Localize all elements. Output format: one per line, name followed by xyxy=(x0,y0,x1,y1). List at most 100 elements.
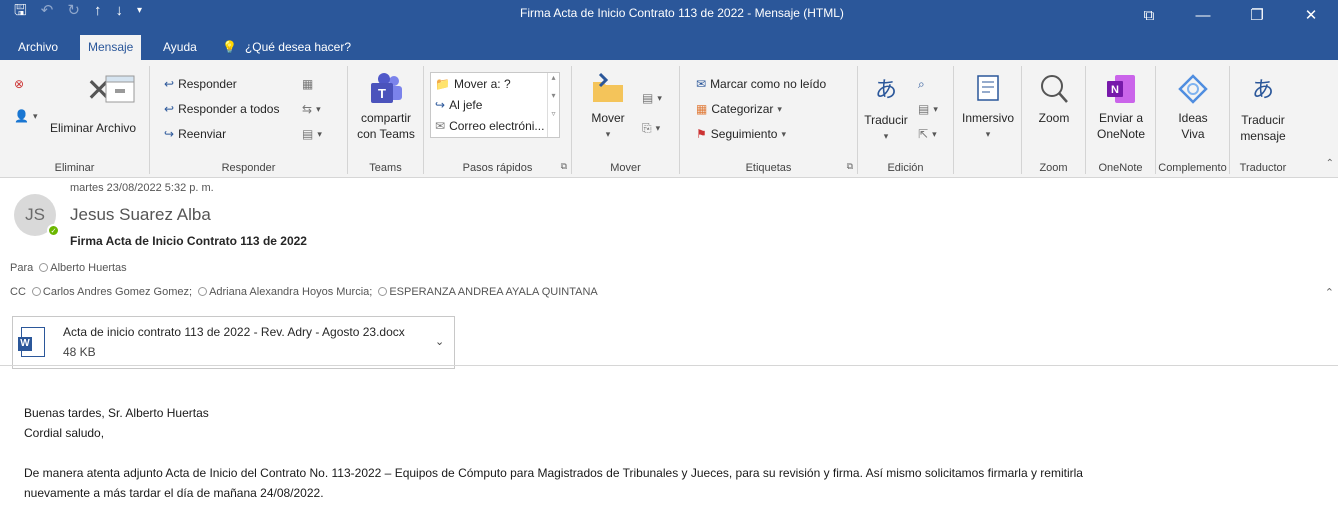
header-divider xyxy=(0,365,1338,366)
close-icon[interactable]: ✕ xyxy=(1284,0,1338,30)
group-inmersivo: Inmersivo ▾ xyxy=(954,66,1022,174)
find-icon[interactable]: ⌕ xyxy=(918,74,925,94)
to-line: Para Alberto Huertas xyxy=(10,262,127,274)
minimize-icon[interactable]: — xyxy=(1176,0,1230,30)
im-reply-icon[interactable]: ⇆ ▾ xyxy=(302,99,321,119)
onenote-icon: N xyxy=(1107,75,1135,103)
presence-available-icon: ✓ xyxy=(47,224,60,237)
select-icon[interactable]: ⇱ ▾ xyxy=(918,124,937,144)
tab-mensaje[interactable]: Mensaje xyxy=(80,35,142,60)
group-label-complemento: Complemento xyxy=(1158,162,1227,174)
cc-label: CC xyxy=(10,286,26,298)
message-body: Buenas tardes, Sr. Alberto Huertas Cordi… xyxy=(24,403,1324,503)
dialog-launcher-icon[interactable]: ⧉ xyxy=(561,161,567,172)
attachment-card[interactable]: W Acta de inicio contrato 113 de 2022 - … xyxy=(12,316,455,369)
quick-access-toolbar: 🖫 ↶ ↻ ↑ ↓ ▾ xyxy=(14,2,142,20)
viva-ideas-icon xyxy=(1178,74,1208,104)
person-circle-icon xyxy=(39,263,49,272)
related-icon[interactable]: ▤ ▾ xyxy=(918,99,938,119)
move-button[interactable]: Mover ▾ xyxy=(582,72,634,142)
folder-arrow-icon: 📁 xyxy=(435,76,450,91)
followup-button[interactable]: ⚑ Seguimiento ▾ xyxy=(696,124,786,144)
ribbon-display-icon[interactable]: ⧉ xyxy=(1122,0,1176,30)
translator-icon: あ xyxy=(1251,77,1274,102)
cc-line: CC Carlos Andres Gomez Gomez; Adriana Al… xyxy=(10,286,598,298)
svg-text:N: N xyxy=(1111,84,1119,96)
quick-step-item[interactable]: ✉ Correo electróni... xyxy=(431,115,559,136)
cc-recipient[interactable]: Adriana Alexandra Hoyos Murcia; xyxy=(198,286,372,298)
cc-recipient[interactable]: Carlos Andres Gomez Gomez; xyxy=(31,286,192,298)
group-label-eliminar: Eliminar xyxy=(54,162,95,174)
tell-me-label: ¿Qué desea hacer? xyxy=(244,40,352,54)
group-zoom: Zoom Zoom xyxy=(1022,66,1086,174)
translate-button[interactable]: あ Traducir ▾ xyxy=(862,72,910,144)
forward-icon: ↪ xyxy=(164,127,175,141)
window-controls: ⧉ — ❐ ✕ xyxy=(1122,0,1338,30)
group-label-mover: Mover xyxy=(610,162,641,174)
move-folder-icon xyxy=(593,72,623,102)
restore-icon[interactable]: ❐ xyxy=(1230,0,1284,30)
immersive-reader-button[interactable]: Inmersivo ▾ xyxy=(954,72,1022,142)
group-complemento: Ideas Viva Complemento xyxy=(1156,66,1230,174)
group-label-onenote: OneNote xyxy=(1098,162,1143,174)
translate-icon: あ xyxy=(874,77,897,102)
mark-unread-button[interactable]: ✉ Marcar como no leído xyxy=(696,74,826,94)
archive-icon[interactable] xyxy=(100,72,140,110)
save-icon[interactable]: 🖫 xyxy=(14,2,27,20)
redo-icon[interactable]: ↻ xyxy=(67,2,80,20)
rules-icon[interactable]: ▤ ▾ xyxy=(642,88,662,108)
ignore-icon[interactable]: ⊗ xyxy=(14,74,24,94)
reply-button[interactable]: ↩ Responder xyxy=(164,74,237,94)
reply-icon: ↩ xyxy=(164,77,175,91)
ribbon-tabs: Archivo Mensaje Ayuda 💡 ¿Qué desea hacer… xyxy=(0,30,1338,60)
reply-all-button[interactable]: ↩ Responder a todos xyxy=(164,99,279,119)
sender-name[interactable]: Jesus Suarez Alba xyxy=(70,205,211,225)
window-title: Firma Acta de Inicio Contrato 113 de 202… xyxy=(520,6,844,20)
more-reply-icon[interactable]: ▤ ▾ xyxy=(302,124,322,144)
ribbon: ⊗ 👤 ▾ ✕ Eliminar Archivo Eliminar ↩ Respon… xyxy=(0,60,1338,178)
chevron-down-icon[interactable]: ⌄ xyxy=(435,335,444,348)
person-circle-icon xyxy=(198,287,208,296)
share-teams-button[interactable]: T compartir con Teams xyxy=(348,72,424,142)
dialog-launcher-icon[interactable]: ⧉ xyxy=(847,161,853,172)
person-circle-icon xyxy=(378,287,388,296)
viva-ideas-button[interactable]: Ideas Viva xyxy=(1156,72,1230,142)
actions-icon[interactable]: ⎘ ▾ xyxy=(642,118,660,138)
tell-me-search[interactable]: 💡 ¿Qué desea hacer? xyxy=(222,35,351,60)
translate-message-button[interactable]: あ Traducir mensaje xyxy=(1230,72,1296,144)
group-label-quick-steps: Pasos rápidos xyxy=(462,162,533,174)
categories-icon: ▦ xyxy=(696,102,708,116)
meeting-reply-icon[interactable]: ▦ xyxy=(302,74,313,94)
group-teams: T compartir con Teams Teams xyxy=(348,66,424,174)
eliminar-archivo-label[interactable]: Eliminar Archivo xyxy=(50,118,136,138)
quick-steps-gallery: 📁 Mover a: ? ↪ Al jefe ✉ Correo electróni..… xyxy=(430,72,560,138)
quick-step-item[interactable]: 📁 Mover a: ? xyxy=(431,73,559,94)
group-onenote: N Enviar a OneNote OneNote xyxy=(1086,66,1156,174)
customize-qat-icon[interactable]: ▾ xyxy=(137,2,142,20)
reply-all-icon: ↩ xyxy=(164,102,175,116)
undo-icon[interactable]: ↶ xyxy=(41,2,54,20)
gallery-scrollbar[interactable]: ▴ ▾ ▿ xyxy=(547,73,559,137)
categorize-button[interactable]: ▦ Categorizar ▾ xyxy=(696,99,782,119)
up-arrow-icon[interactable]: ↑ xyxy=(94,2,102,20)
cc-recipient[interactable]: ESPERANZA ANDREA AYALA QUINTANA xyxy=(378,286,598,298)
quick-step-item[interactable]: ↪ Al jefe xyxy=(431,94,559,115)
tab-archivo[interactable]: Archivo xyxy=(10,35,66,60)
zoom-button[interactable]: Zoom xyxy=(1022,72,1086,126)
body-paragraph-line-2: nuevamente a más tardar el día de mañana… xyxy=(24,486,324,500)
expand-header-icon[interactable]: ⌃ xyxy=(1325,286,1334,299)
junk-icon[interactable]: 👤 ▾ xyxy=(14,106,37,126)
tab-ayuda[interactable]: Ayuda xyxy=(155,35,205,60)
collapse-ribbon-icon[interactable]: ⌃ xyxy=(1326,158,1334,169)
forward-button[interactable]: ↪ Reenviar xyxy=(164,124,226,144)
mail-icon: ✉ xyxy=(435,118,446,133)
svg-text:T: T xyxy=(378,86,386,101)
down-arrow-icon[interactable]: ↓ xyxy=(115,2,123,20)
send-onenote-button[interactable]: N Enviar a OneNote xyxy=(1086,72,1156,142)
recipient[interactable]: Alberto Huertas xyxy=(39,262,127,274)
word-file-icon: W xyxy=(18,327,45,357)
group-label-teams: Teams xyxy=(369,162,402,174)
flag-icon: ⚑ xyxy=(696,127,707,141)
group-label-traductor: Traductor xyxy=(1239,162,1287,174)
